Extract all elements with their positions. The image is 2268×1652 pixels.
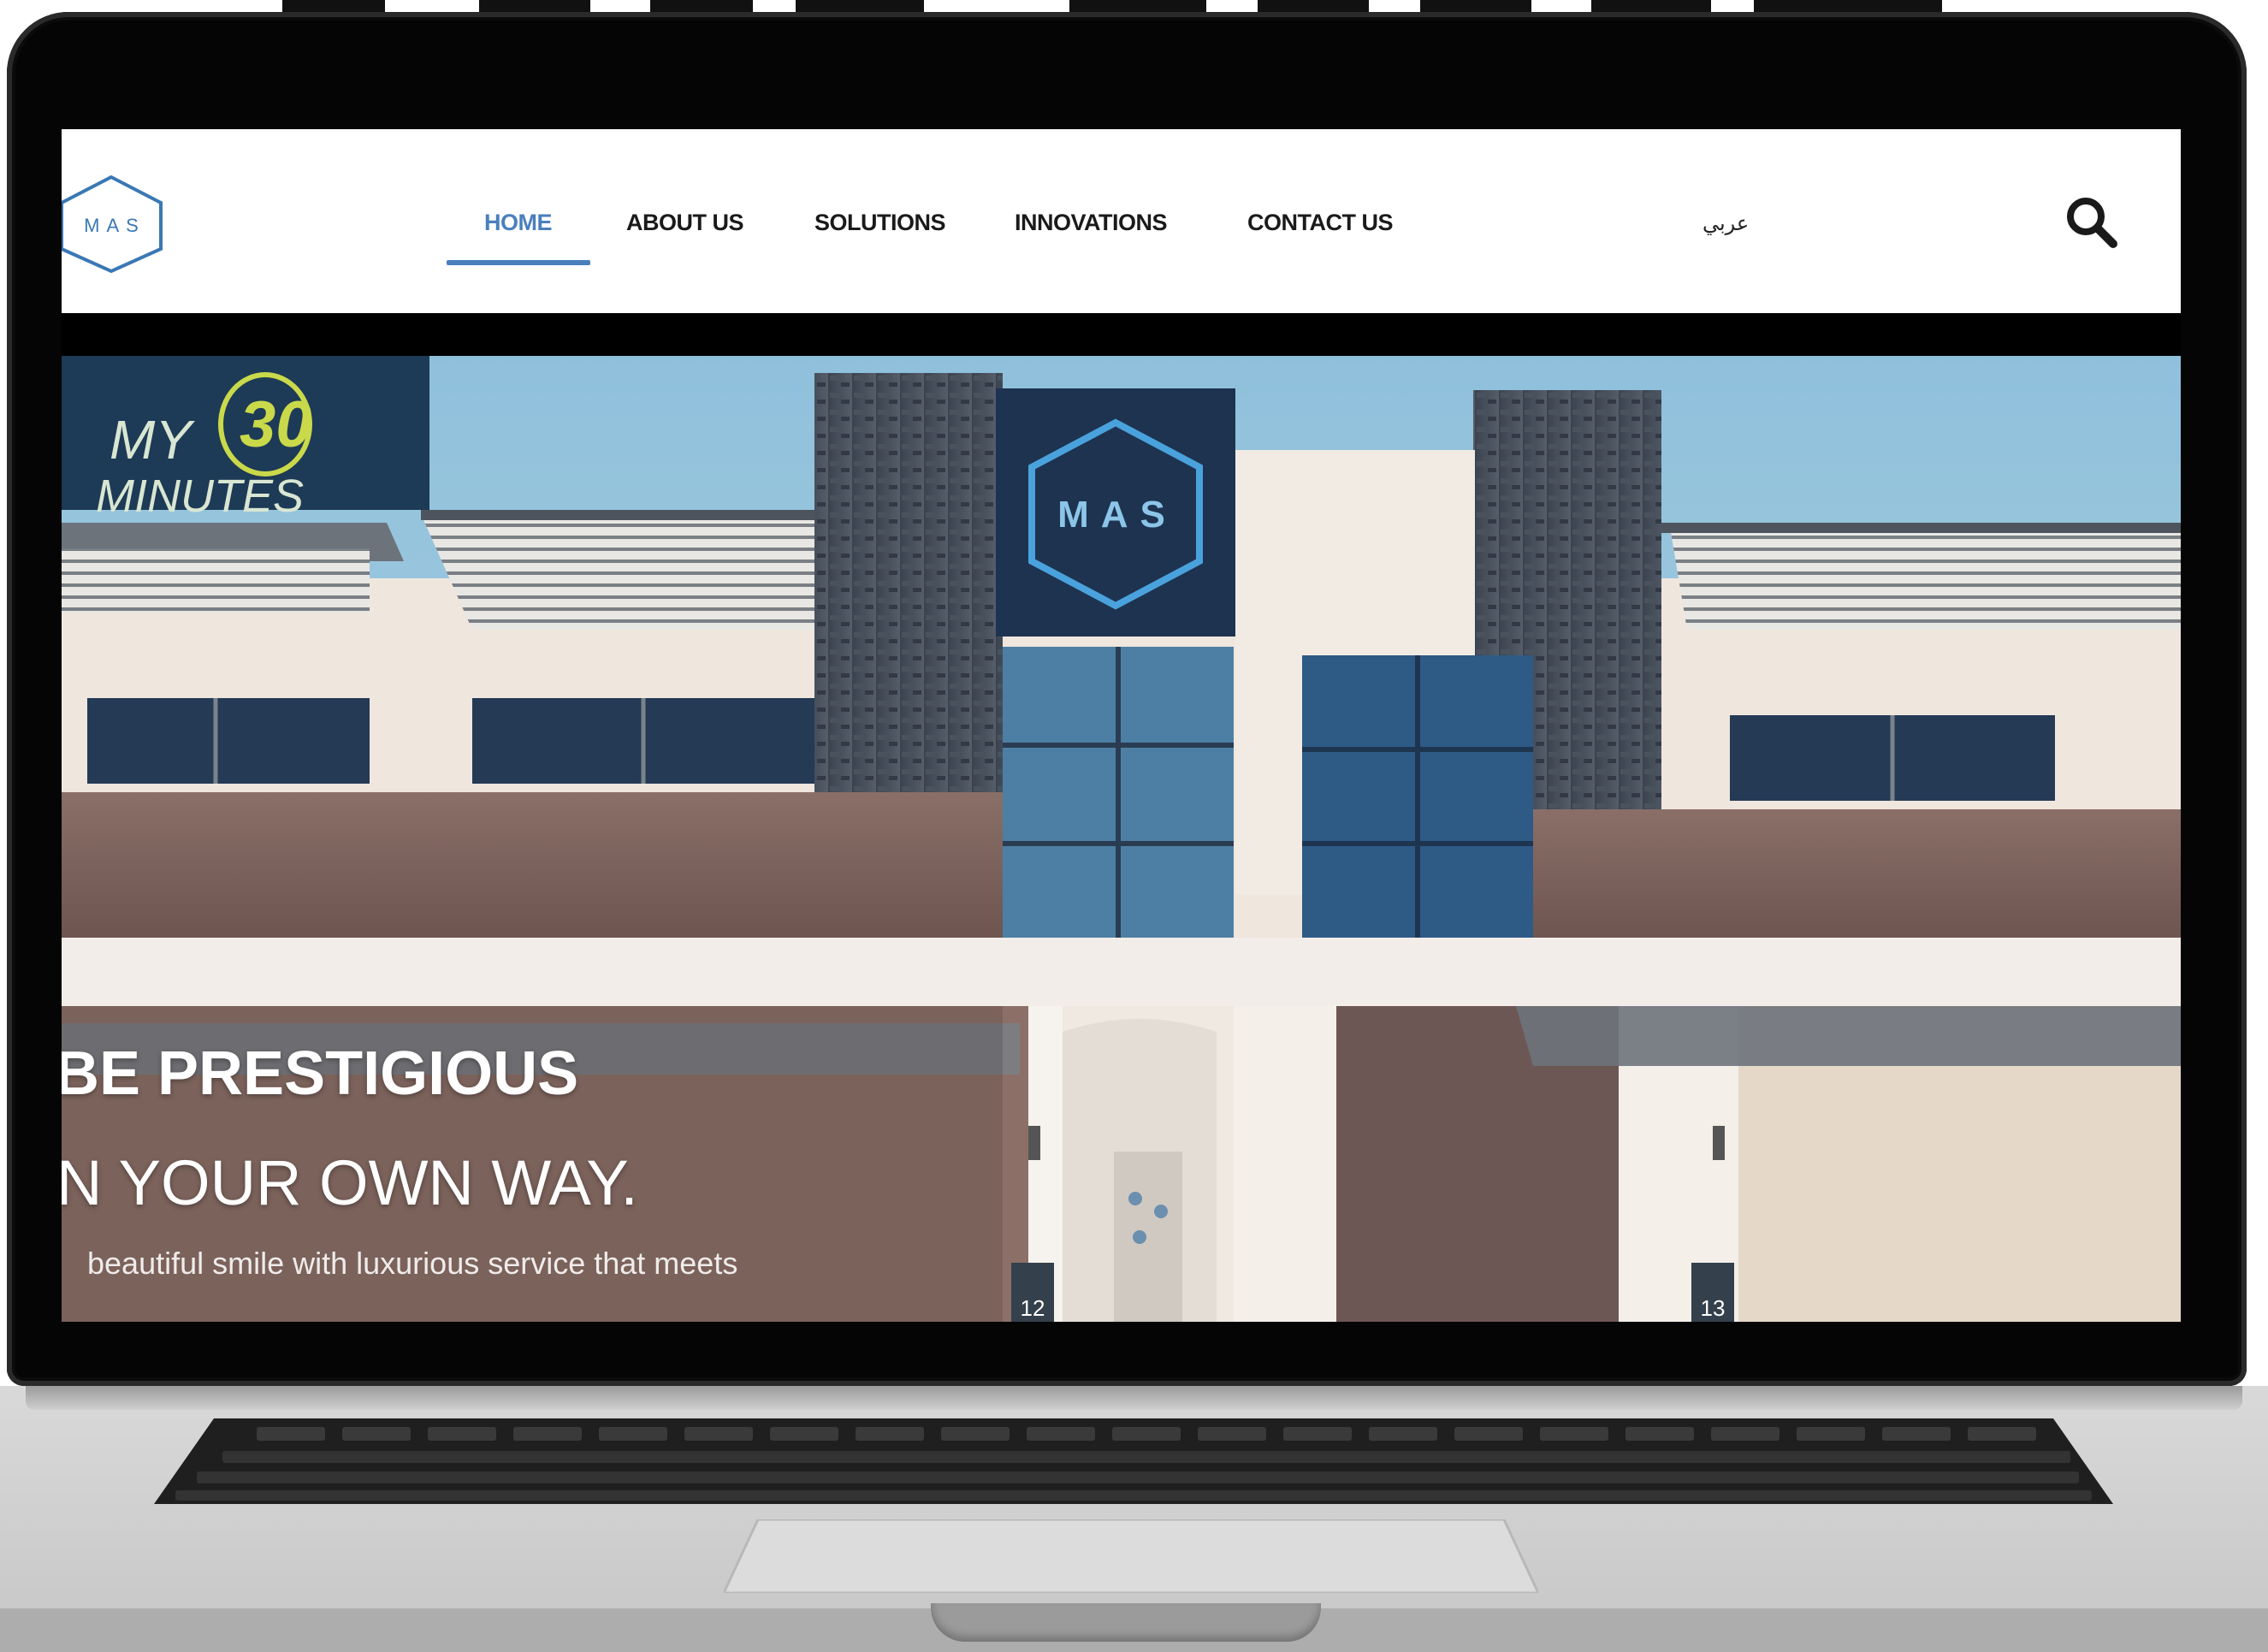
nav-active-underline — [447, 260, 590, 265]
laptop-opening-notch — [931, 1603, 1321, 1642]
hero-subtext: beautiful smile with luxurious service t… — [87, 1246, 738, 1281]
hero-banner: MY 30 MINUTES MAS 12 13 BE PRESTIGIOUS N… — [62, 356, 2181, 1322]
nav-innovations[interactable]: INNOVATIONS — [1015, 210, 1168, 236]
site-navbar: MAS HOME ABOUT US SOLUTIONS INNOVATIONS … — [62, 129, 2181, 313]
hero-headline-secondary: N YOUR OWN WAY. — [62, 1147, 638, 1218]
nav-home[interactable]: HOME — [484, 210, 553, 236]
search-icon[interactable] — [2062, 192, 2122, 252]
laptop-screen: MAS HOME ABOUT US SOLUTIONS INNOVATIONS … — [62, 129, 2181, 1322]
nav-contact-us[interactable]: CONTACT US — [1247, 210, 1394, 236]
laptop-trackpad — [724, 1519, 1538, 1593]
language-switch-link[interactable]: عربي — [1702, 211, 1749, 236]
hero-headline-primary: BE PRESTIGIOUS — [62, 1039, 579, 1108]
nav-about-us[interactable]: ABOUT US — [626, 210, 744, 236]
hero-text-overlay: BE PRESTIGIOUS N YOUR OWN WAY. beautiful… — [62, 356, 2181, 1322]
nav-solutions[interactable]: SOLUTIONS — [814, 210, 946, 236]
header-gap — [62, 313, 2181, 356]
mas-logo[interactable]: MAS — [62, 170, 171, 273]
logo-text: MAS — [84, 215, 145, 236]
laptop-keyboard — [0, 1403, 2268, 1506]
